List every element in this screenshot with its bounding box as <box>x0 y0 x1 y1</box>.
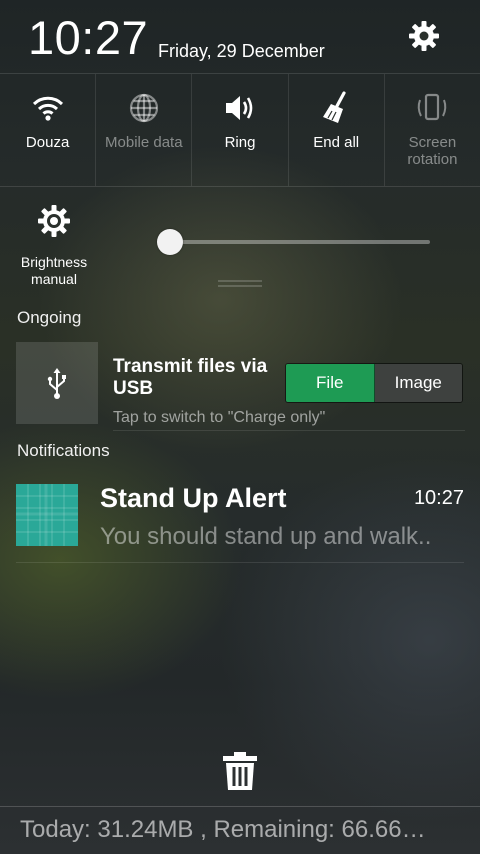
data-usage-label: Today: 31.24MB , Remaining: 66.66… <box>20 816 426 843</box>
qs-label: Screen rotation <box>407 134 458 168</box>
brightness-icon[interactable] <box>36 203 72 239</box>
qs-label: End all <box>313 134 360 151</box>
notification-divider <box>16 562 464 563</box>
trash-icon[interactable] <box>220 750 260 792</box>
brightness-label: Brightness manual <box>20 254 88 287</box>
usb-icon <box>47 368 66 399</box>
speaker-icon <box>226 96 253 120</box>
section-notifications-label: Notifications <box>17 441 110 460</box>
qs-label: Ring <box>224 134 256 151</box>
qs-tile-ring[interactable]: Ring <box>192 74 289 186</box>
notification-text[interactable]: You should stand up and walk.. <box>100 521 460 553</box>
section-ongoing-label: Ongoing <box>17 308 82 327</box>
gear-icon[interactable] <box>406 18 442 54</box>
app-thumbnail-icon <box>16 484 78 546</box>
notification-title[interactable]: Stand Up Alert <box>100 481 287 515</box>
globe-icon <box>129 93 158 123</box>
usb-image-button[interactable]: Image <box>374 364 462 402</box>
qs-label: Douza <box>25 134 70 151</box>
qs-label: Mobile data <box>105 134 183 151</box>
quick-settings-row: Douza Mobile data Ring End all Screen ro… <box>0 74 480 186</box>
broom-icon <box>323 91 346 123</box>
wifi-icon <box>32 96 63 121</box>
qs-tile-screen-rotation[interactable]: Screen rotation <box>385 74 480 186</box>
qs-tile-mobile-data[interactable]: Mobile data <box>96 74 193 186</box>
panel-drag-handle[interactable] <box>218 280 262 282</box>
usb-mode-toggle: File Image <box>285 363 463 403</box>
brightness-slider-knob[interactable] <box>157 229 183 255</box>
ongoing-divider <box>113 430 465 431</box>
quick-settings-divider <box>0 186 480 187</box>
rotation-icon <box>418 93 447 121</box>
usb-notification-subtitle[interactable]: Tap to switch to "Charge only" <box>113 408 325 428</box>
usb-notification-icon <box>16 342 98 424</box>
notification-time: 10:27 <box>413 487 464 509</box>
plaid-pattern-icon <box>16 484 78 546</box>
usb-notification-title: Transmit files via USB <box>113 356 268 399</box>
footer-divider <box>0 806 480 807</box>
date-label: Friday, 29 December <box>158 41 325 61</box>
brightness-slider-track[interactable] <box>170 240 430 244</box>
qs-tile-wifi[interactable]: Douza <box>0 74 97 186</box>
usb-file-button[interactable]: File <box>286 364 375 402</box>
panel-drag-handle-line <box>218 285 262 287</box>
clock-time: 10:27 <box>28 11 149 64</box>
qs-tile-end-all[interactable]: End all <box>289 74 385 186</box>
